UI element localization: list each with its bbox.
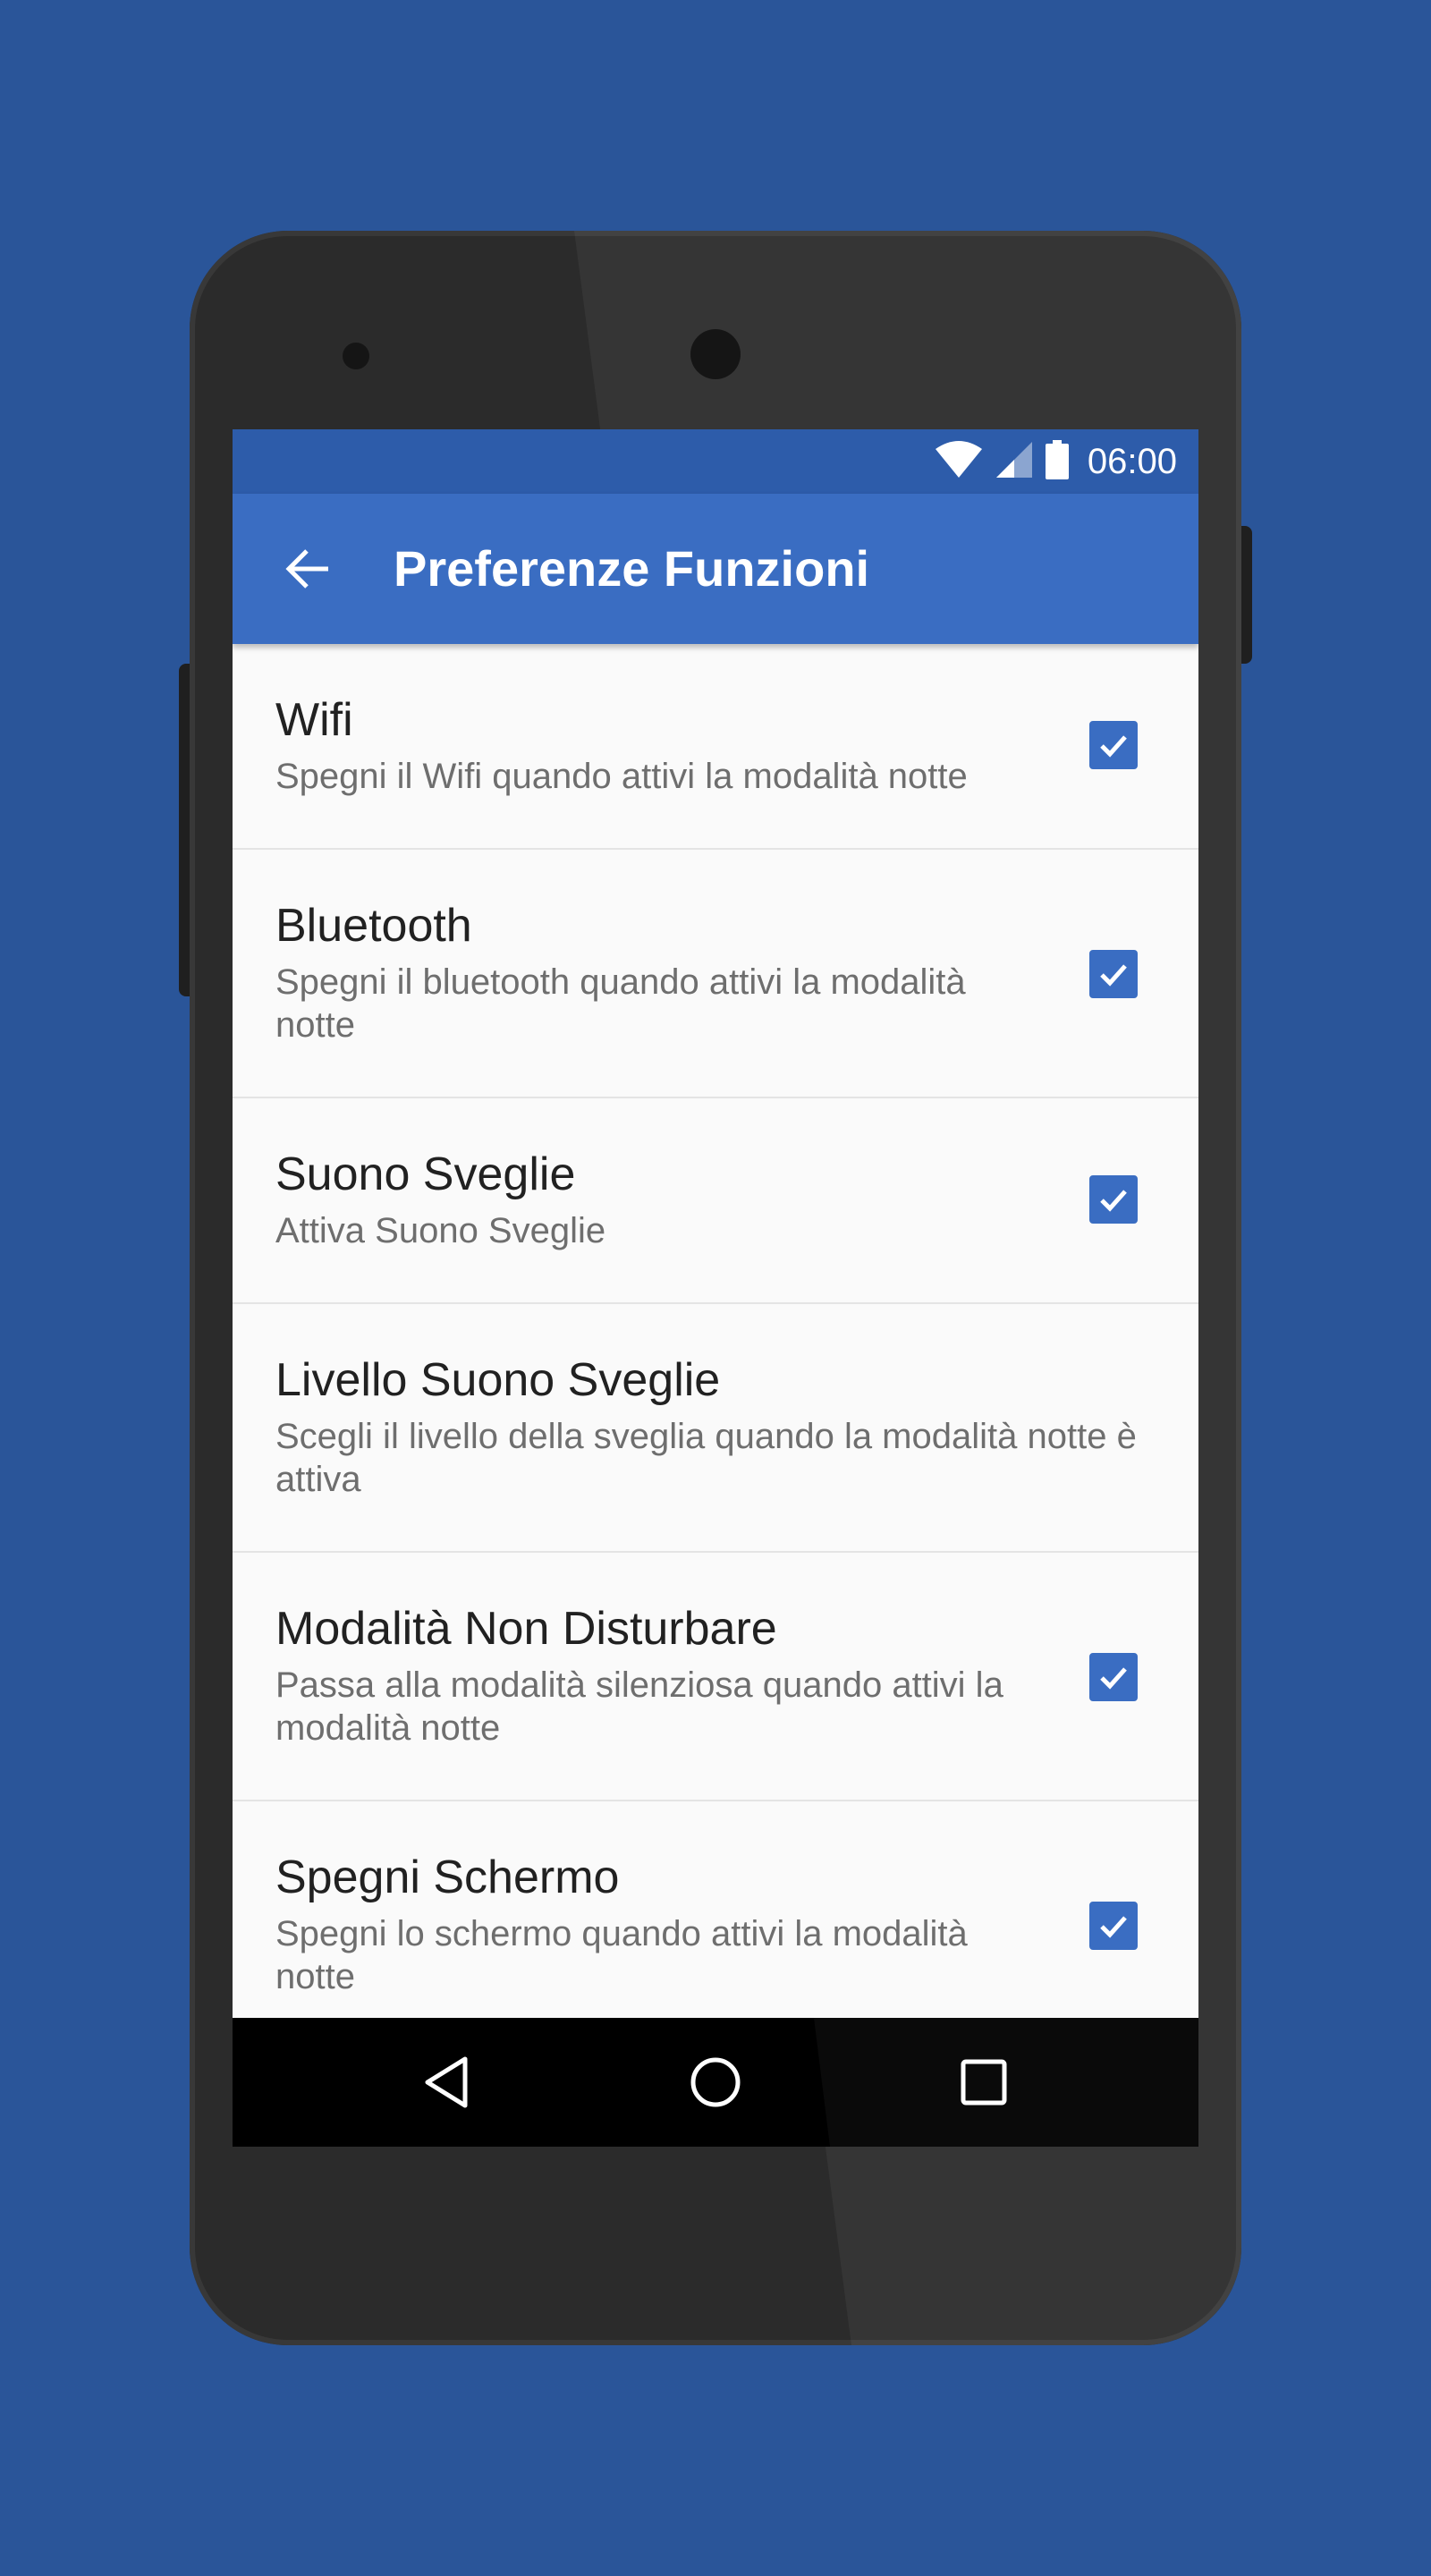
check-icon [1100, 1190, 1127, 1212]
preference-title: Wifi [275, 694, 353, 746]
preference-item-spegni-schermo[interactable]: Spegni Schermo Spegni lo schermo quando … [233, 1801, 1198, 2018]
status-icons: 06:00 [934, 429, 1177, 494]
nav-recents-button[interactable] [939, 2038, 1029, 2127]
preference-text: Livello Suono Sveglie Scegli il livello … [275, 1352, 1170, 1501]
phone-screen: 06:00 Preferenze Funzioni Wifi Spegni il… [233, 429, 1198, 2147]
preference-summary: Spegni lo schermo quando attivi la modal… [275, 1914, 968, 1996]
home-circle-icon [690, 2057, 741, 2107]
preference-item-bluetooth[interactable]: Bluetooth Spegni il bluetooth quando att… [233, 850, 1198, 1098]
preference-title: Bluetooth [275, 900, 472, 952]
nav-home-button[interactable] [671, 2038, 760, 2127]
wifi-icon [934, 440, 984, 484]
preference-title: Suono Sveglie [275, 1148, 576, 1200]
preference-item-wifi[interactable]: Wifi Spegni il Wifi quando attivi la mod… [233, 644, 1198, 850]
spegni-schermo-checkbox[interactable] [1089, 1902, 1138, 1950]
bluetooth-checkbox[interactable] [1089, 950, 1138, 998]
status-time: 06:00 [1087, 441, 1177, 481]
preference-title: Modalità Non Disturbare [275, 1603, 777, 1655]
preference-text: Spegni Schermo Spegni lo schermo quando … [275, 1850, 1027, 1998]
nav-back-button[interactable] [402, 2038, 492, 2127]
preference-title: Livello Suono Sveglie [275, 1354, 721, 1406]
preference-text: Wifi Spegni il Wifi quando attivi la mod… [275, 692, 1027, 798]
preference-summary: Passa alla modalità silenziosa quando at… [275, 1665, 1003, 1748]
check-icon [1100, 964, 1127, 987]
preference-summary: Attiva Suono Sveglie [275, 1211, 606, 1250]
wifi-checkbox[interactable] [1089, 721, 1138, 769]
navigation-bar [233, 2018, 1198, 2147]
preference-text: Suono Sveglie Attiva Suono Sveglie [275, 1147, 1027, 1252]
check-icon [1100, 1667, 1127, 1690]
back-button[interactable] [272, 533, 343, 605]
non-disturbare-checkbox[interactable] [1089, 1653, 1138, 1701]
preference-item-non-disturbare[interactable]: Modalità Non Disturbare Passa alla modal… [233, 1553, 1198, 1801]
check-icon [1100, 1916, 1127, 1938]
preference-text: Bluetooth Spegni il bluetooth quando att… [275, 898, 1027, 1046]
app-bar: Preferenze Funzioni [233, 494, 1198, 644]
preference-item-livello-suono[interactable]: Livello Suono Sveglie Scegli il livello … [233, 1304, 1198, 1553]
preference-list: Wifi Spegni il Wifi quando attivi la mod… [233, 644, 1198, 2018]
back-triangle-icon [425, 2056, 468, 2108]
preference-item-suono-sveglie[interactable]: Suono Sveglie Attiva Suono Sveglie [233, 1098, 1198, 1304]
preference-summary: Spegni il Wifi quando attivi la modalità… [275, 757, 968, 796]
proximity-sensor [343, 343, 369, 369]
suono-sveglie-checkbox[interactable] [1089, 1175, 1138, 1224]
arrow-back-icon [285, 549, 328, 589]
preference-title: Spegni Schermo [275, 1852, 620, 1903]
front-camera [690, 329, 741, 379]
page-title: Preferenze Funzioni [394, 540, 870, 597]
status-bar: 06:00 [233, 429, 1198, 494]
preference-text: Modalità Non Disturbare Passa alla modal… [275, 1601, 1027, 1750]
preference-summary: Spegni il bluetooth quando attivi la mod… [275, 962, 966, 1045]
check-icon [1100, 735, 1127, 758]
battery-icon [1045, 439, 1070, 484]
recents-square-icon [961, 2059, 1007, 2106]
preference-summary: Scegli il livello della sveglia quando l… [275, 1417, 1137, 1499]
signal-icon [995, 440, 1034, 484]
